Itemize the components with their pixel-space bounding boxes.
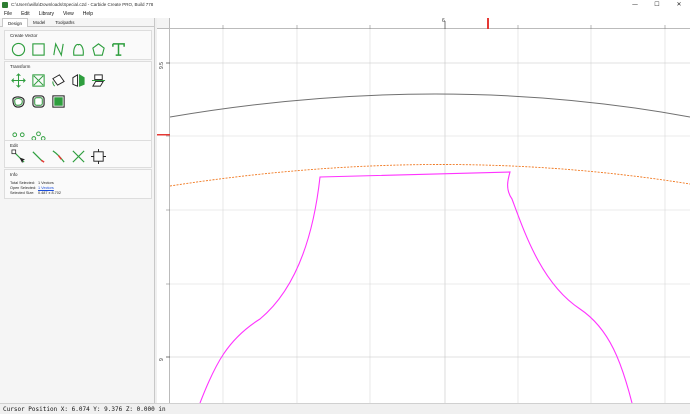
tab-toolpaths[interactable]: Toolpaths [50, 18, 79, 27]
design-panel: Design Model Toolpaths Create Vector Tra… [0, 18, 155, 403]
offset-icon[interactable] [10, 93, 26, 109]
menu-library[interactable]: Library [39, 11, 54, 17]
text-icon[interactable] [110, 41, 126, 57]
polygon-icon[interactable] [90, 41, 106, 57]
horizontal-ruler: 6 [170, 18, 690, 29]
info-label: Selected Size: [10, 191, 35, 195]
close-button[interactable]: ✕ [668, 0, 690, 9]
rotate-icon[interactable] [50, 72, 66, 88]
info-label: Total Selected: [10, 181, 35, 185]
cursor-x-marker [487, 18, 489, 29]
window-title: C:\Users\willa\Downloads\Special.c2d - C… [11, 2, 154, 7]
info-value: 1 Vectors [38, 181, 54, 185]
transform-tools-row2 [10, 93, 70, 109]
edit-tools [10, 148, 110, 164]
cursor-position-text: Cursor Position X: 6.074 Y: 9.376 Z: 0.0… [3, 405, 166, 413]
info-selected-size: Selected Size: 0.487 x 8.702 [10, 191, 61, 195]
mirror-icon[interactable] [70, 72, 86, 88]
info-value: 0.487 x 8.702 [38, 191, 62, 195]
status-bar: Cursor Position X: 6.074 Y: 9.376 Z: 0.0… [0, 403, 690, 414]
ruler-corner [157, 18, 170, 29]
move-icon[interactable] [10, 72, 26, 88]
create-vector-tools [10, 41, 130, 57]
vertical-ruler: 9.5 9 [157, 29, 170, 403]
tab-model[interactable]: Model [28, 18, 50, 27]
title-bar: C:\Users\willa\Downloads\Special.c2d - C… [0, 0, 690, 9]
info-open-selected: Open Selected: 1 Vectors [10, 186, 54, 190]
orange-dashed-vector [170, 164, 690, 187]
create-vector-section: Create Vector [4, 30, 152, 60]
circle-icon[interactable] [10, 41, 26, 57]
menu-file[interactable]: File [4, 11, 12, 17]
maximize-button[interactable]: ☐ [646, 0, 668, 9]
boolean-icon[interactable] [50, 93, 66, 109]
ruler-x-label: 6 [442, 18, 445, 24]
panel-tabs: Design Model Toolpaths [0, 18, 154, 27]
bounding-box-icon[interactable] [90, 148, 106, 164]
curve-icon[interactable] [70, 41, 86, 57]
app-window: C:\Users\willa\Downloads\Special.c2d - C… [0, 0, 690, 414]
node-edit-icon[interactable] [10, 148, 26, 164]
fillet-icon[interactable] [30, 93, 46, 109]
edit-section: Edit [4, 140, 152, 168]
cursor-y-marker [157, 134, 170, 136]
ruler-y-label-upper: 9.5 [159, 62, 165, 69]
menu-bar: File Edit Library View Help [0, 9, 690, 18]
transform-tools-row1 [10, 72, 110, 88]
extend-icon[interactable] [30, 148, 46, 164]
design-canvas[interactable]: 6 9.5 9 [157, 18, 690, 403]
window-controls: — ☐ ✕ [624, 0, 690, 9]
magenta-profile-vector [199, 171, 633, 403]
align-icon[interactable] [90, 72, 106, 88]
open-vectors-link[interactable]: 1 Vectors [38, 186, 54, 190]
rectangle-icon[interactable] [30, 41, 46, 57]
trim-icon[interactable] [70, 148, 86, 164]
scale-icon[interactable] [30, 72, 46, 88]
polyline-icon[interactable] [50, 41, 66, 57]
info-label: Open Selected: [10, 186, 37, 190]
menu-help[interactable]: Help [83, 11, 93, 17]
info-title: Info [10, 172, 18, 177]
info-section: Info Total Selected: 1 Vectors Open Sele… [4, 169, 152, 199]
menu-edit[interactable]: Edit [21, 11, 30, 17]
minimize-button[interactable]: — [624, 0, 646, 9]
drawing-area[interactable] [170, 29, 690, 403]
grey-arc-vector [170, 93, 690, 118]
fillet-node-icon[interactable] [50, 148, 66, 164]
info-total-selected: Total Selected: 1 Vectors [10, 181, 54, 185]
app-logo-icon [2, 1, 8, 8]
menu-view[interactable]: View [63, 11, 74, 17]
edit-title: Edit [10, 143, 18, 148]
transform-title: Transform [10, 64, 31, 69]
ruler-y-label-lower: 9 [159, 358, 165, 361]
create-vector-title: Create Vector [10, 33, 38, 38]
tab-design[interactable]: Design [2, 18, 29, 27]
